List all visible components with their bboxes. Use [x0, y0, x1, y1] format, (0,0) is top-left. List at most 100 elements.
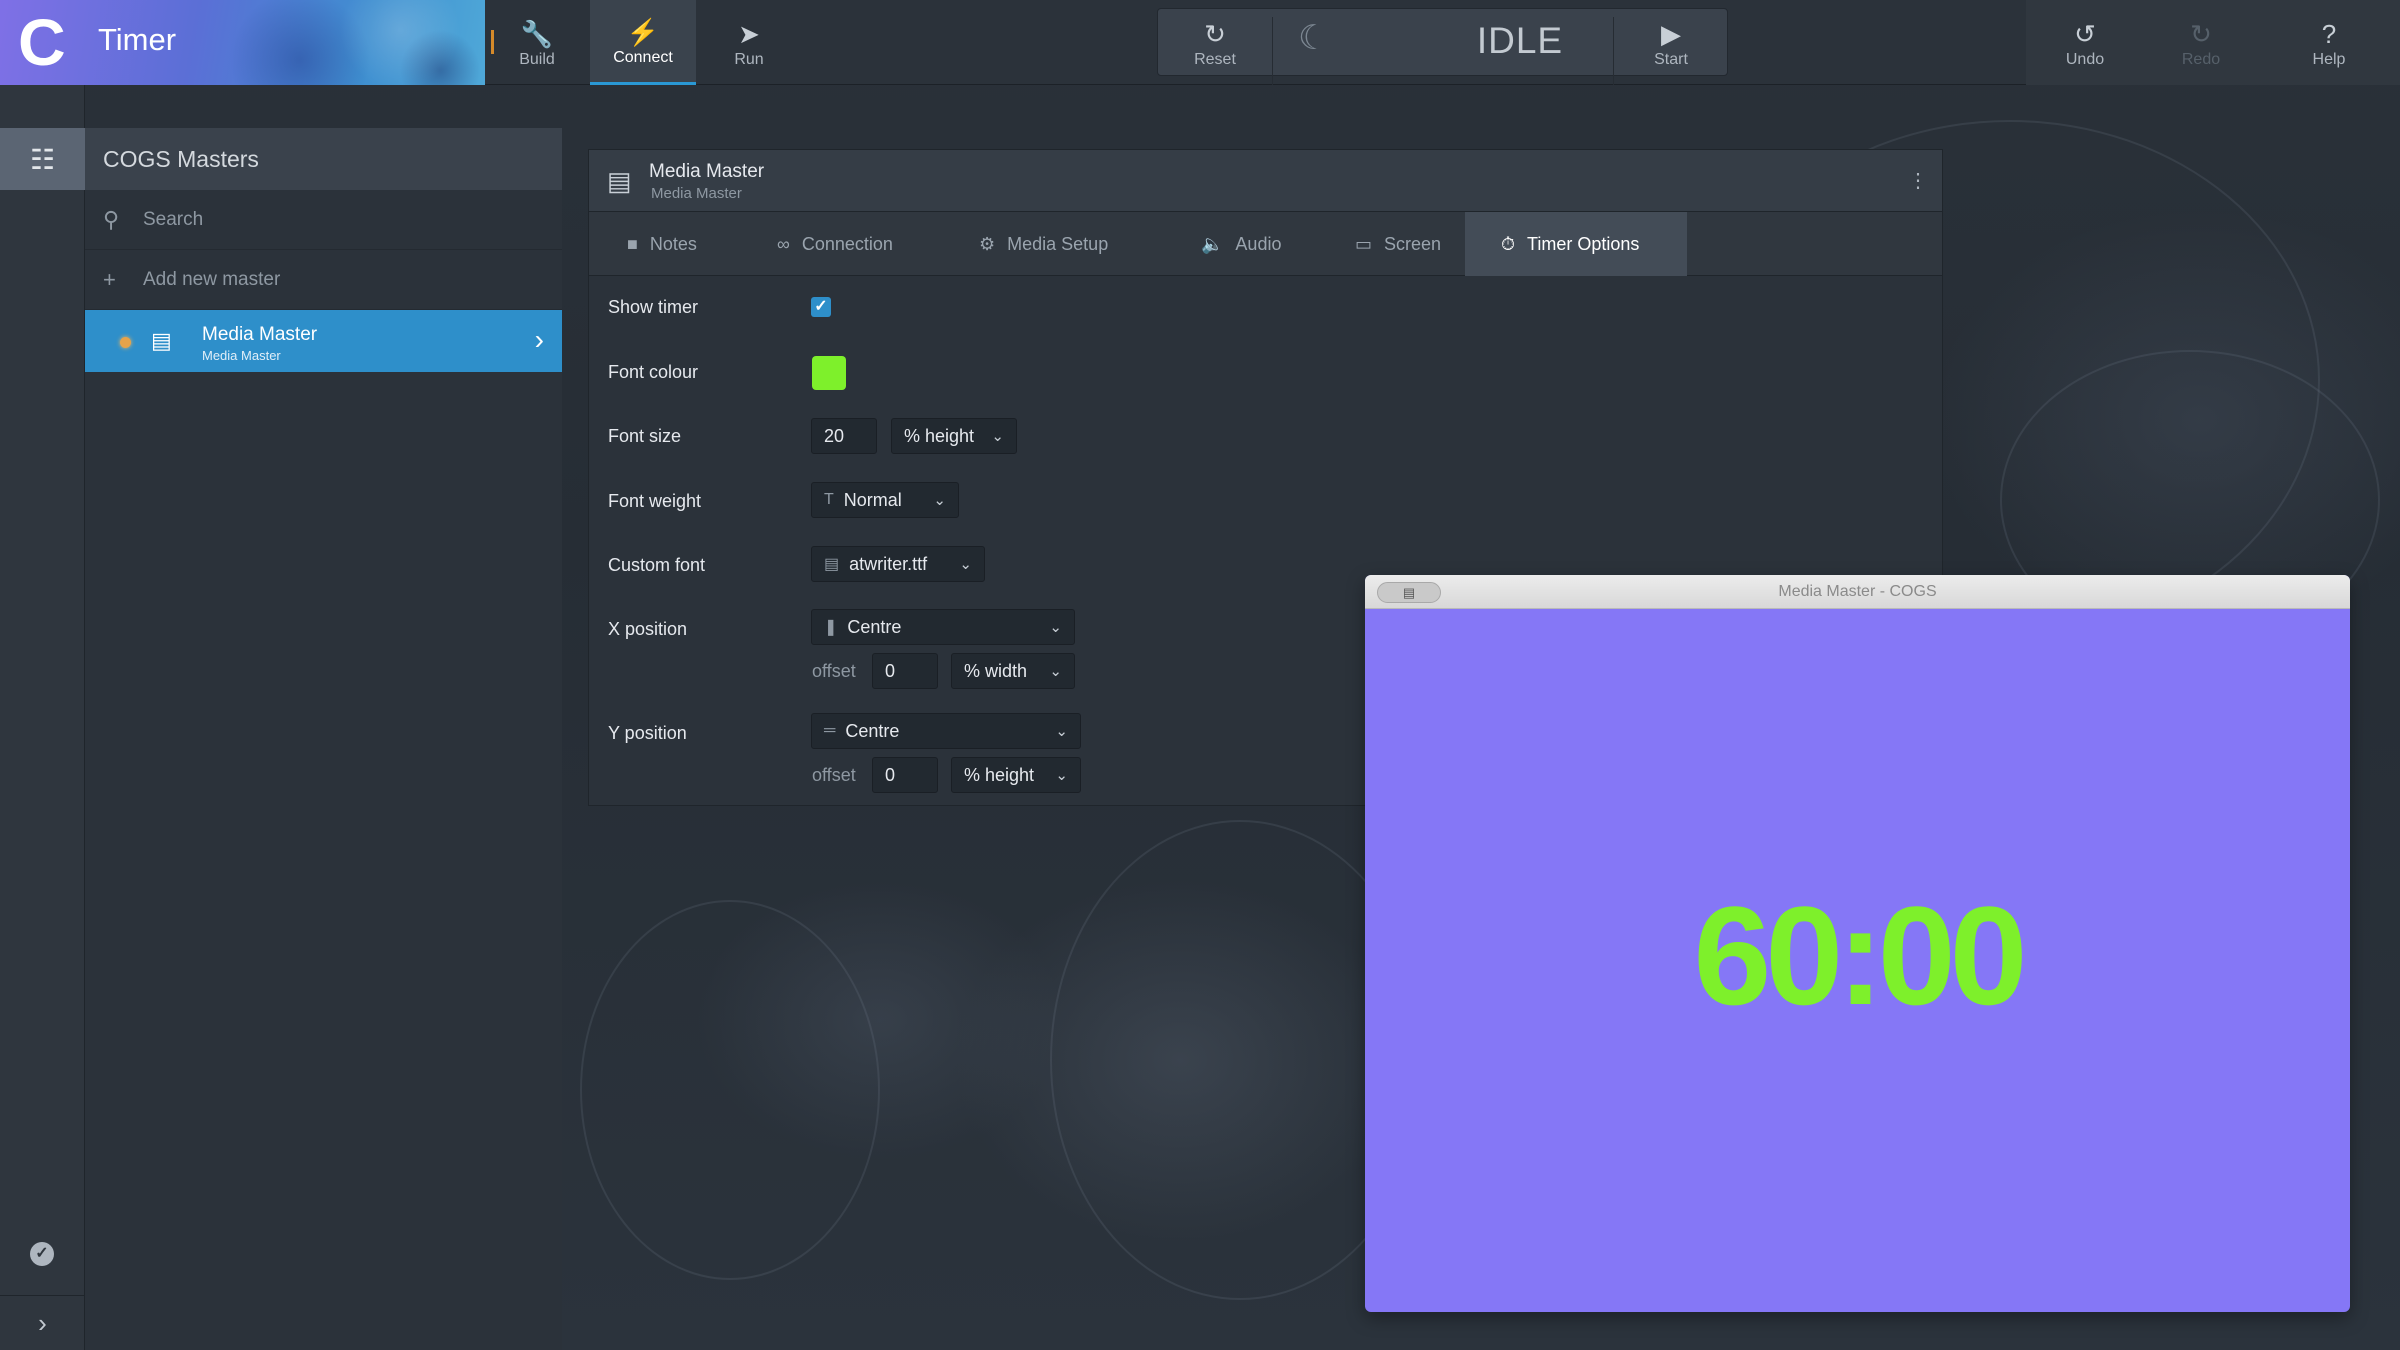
- master-type: Media Master: [202, 348, 281, 363]
- chevron-down-icon: ⌄: [933, 492, 946, 509]
- plug-icon: ⚡: [626, 17, 660, 47]
- build-label: Build: [519, 50, 555, 68]
- start-button[interactable]: ▶ Start: [1614, 1, 1728, 85]
- chevron-down-icon: ⌄: [1049, 619, 1062, 636]
- help-button[interactable]: ? Help: [2276, 0, 2382, 85]
- reset-button[interactable]: ↻ Reset: [1158, 1, 1272, 85]
- refresh-icon: ↻: [1204, 19, 1226, 49]
- plus-icon: +: [103, 266, 116, 292]
- x-offset-unit-select[interactable]: % width ⌄: [951, 653, 1075, 689]
- y-offset-unit-select[interactable]: % height ⌄: [951, 757, 1081, 793]
- font-size-unit: % height: [904, 425, 975, 446]
- show-state: IDLE: [1476, 20, 1564, 61]
- tab-label: Notes: [649, 233, 697, 254]
- chevron-down-icon: ⌄: [991, 428, 1004, 445]
- search-input[interactable]: Search: [143, 209, 203, 231]
- build-button[interactable]: 🔧 Build: [484, 0, 590, 85]
- more-options-icon[interactable]: ⋮: [1908, 168, 1928, 193]
- font-size-unit-select[interactable]: % height ⌄: [891, 418, 1017, 454]
- font-size-input[interactable]: 20: [811, 418, 877, 454]
- start-label: Start: [1654, 51, 1688, 68]
- redo-icon: ↻: [2190, 18, 2212, 49]
- question-icon: ?: [2321, 18, 2337, 49]
- top-toolbar: C Timer 🔧 Build ⚡ Connect ➤ Run ↻ Reset …: [0, 0, 2400, 85]
- font-weight-value: Normal: [843, 489, 902, 510]
- redo-label: Redo: [2181, 50, 2221, 68]
- redo-button[interactable]: ↻ Redo: [2148, 0, 2254, 85]
- file-icon: ▤: [824, 556, 840, 573]
- help-label: Help: [2312, 50, 2346, 68]
- connect-label: Connect: [613, 49, 673, 66]
- panel-subtitle: Media Master: [651, 185, 742, 202]
- preview-titlebar[interactable]: ▤ Media Master - COGS: [1365, 575, 2350, 609]
- panel-tabs: ■ Notes ∞ Connection ⚙ Media Setup 🔈 Aud…: [589, 212, 1942, 276]
- left-rail: ☷ ✓ ›: [0, 85, 85, 1350]
- font-colour-swatch[interactable]: [812, 356, 846, 390]
- rocket-icon: ➤: [738, 18, 760, 49]
- moon-icon: ☾: [1298, 19, 1329, 57]
- show-timer-checkbox[interactable]: ✓: [811, 297, 831, 317]
- font-weight-select[interactable]: T Normal ⌄: [811, 482, 959, 518]
- y-offset-input[interactable]: 0: [872, 757, 938, 793]
- tab-screen[interactable]: ▭ Screen: [1335, 212, 1461, 276]
- align-horizontal-icon: ═: [824, 722, 836, 739]
- speaker-icon: 🔈: [1201, 233, 1224, 254]
- font-size-value: 20: [824, 425, 845, 446]
- x-offset-value: 0: [885, 660, 896, 681]
- masters-sidebar: COGS Masters ⚲ Search + Add new master ▤…: [85, 128, 562, 1350]
- custom-font-select[interactable]: ▤ atwriter.ttf ⌄: [811, 546, 985, 582]
- tab-label: Audio: [1235, 233, 1282, 254]
- panel-header: ▤ Media Master Media Master ⋮: [589, 150, 1942, 212]
- run-button[interactable]: ➤ Run: [696, 0, 802, 85]
- undo-icon: ↺: [2074, 18, 2096, 49]
- masters-header: COGS Masters: [85, 128, 562, 190]
- master-item-media-master[interactable]: ▤ Media Master Media Master ›: [85, 310, 562, 372]
- media-preview-window[interactable]: ▤ Media Master - COGS 60:00: [1365, 575, 2350, 1312]
- separator: [1272, 17, 1273, 85]
- app-title: Timer: [98, 22, 177, 57]
- tab-notes[interactable]: ■ Notes: [607, 212, 717, 276]
- show-timer-label: Show timer: [608, 297, 699, 317]
- check-circle-icon[interactable]: ✓: [30, 1242, 54, 1266]
- network-icon[interactable]: ☷: [0, 128, 85, 190]
- search-icon: ⚲: [103, 206, 120, 232]
- timer-display: 60:00: [1693, 877, 2027, 1034]
- monitor-icon: ▭: [1355, 233, 1373, 254]
- x-offset-input[interactable]: 0: [872, 653, 938, 689]
- notes-icon: ■: [627, 233, 638, 254]
- x-position-label: X position: [608, 619, 688, 639]
- gear-icon: ⚙: [979, 233, 996, 254]
- status-dot: [120, 337, 131, 348]
- undo-button[interactable]: ↺ Undo: [2032, 0, 2138, 85]
- chevron-down-icon: ⌄: [959, 556, 972, 573]
- cogs-logo-icon: C: [18, 5, 66, 79]
- stopwatch-icon: ⏱: [1501, 233, 1516, 254]
- y-position-label: Y position: [608, 723, 687, 743]
- tab-label: Media Setup: [1007, 233, 1109, 254]
- tab-label: Connection: [801, 233, 893, 254]
- wrench-icon: 🔧: [520, 18, 554, 49]
- add-master-button[interactable]: + Add new master: [85, 250, 562, 310]
- tab-connection[interactable]: ∞ Connection: [757, 212, 913, 276]
- connect-button[interactable]: ⚡ Connect: [590, 0, 696, 85]
- undo-label: Undo: [2065, 50, 2105, 68]
- preview-window-title: Media Master - COGS: [1778, 583, 1937, 600]
- x-offset-label: offset: [812, 661, 856, 681]
- align-vertical-icon: ❚: [824, 619, 838, 636]
- search-field[interactable]: ⚲ Search: [85, 190, 562, 250]
- chevron-down-icon: ⌄: [1055, 767, 1068, 784]
- x-position-select[interactable]: ❚ Centre ⌄: [811, 609, 1075, 645]
- font-weight-label: Font weight: [608, 491, 702, 511]
- reset-label: Reset: [1194, 51, 1236, 68]
- chevron-down-icon: ⌄: [1049, 663, 1062, 680]
- tab-timer-options[interactable]: ⏱ Timer Options: [1465, 212, 1687, 276]
- tab-audio[interactable]: 🔈 Audio: [1181, 212, 1301, 276]
- y-position-value: Centre: [845, 720, 900, 741]
- play-icon: ▶: [1661, 19, 1681, 49]
- y-position-select[interactable]: ═ Centre ⌄: [811, 713, 1081, 749]
- connection-icon: ∞: [777, 233, 790, 254]
- tab-label: Timer Options: [1527, 233, 1640, 254]
- expand-chevron-icon[interactable]: ›: [0, 1295, 85, 1350]
- text-icon: T: [824, 491, 834, 508]
- tab-media-setup[interactable]: ⚙ Media Setup: [959, 212, 1128, 276]
